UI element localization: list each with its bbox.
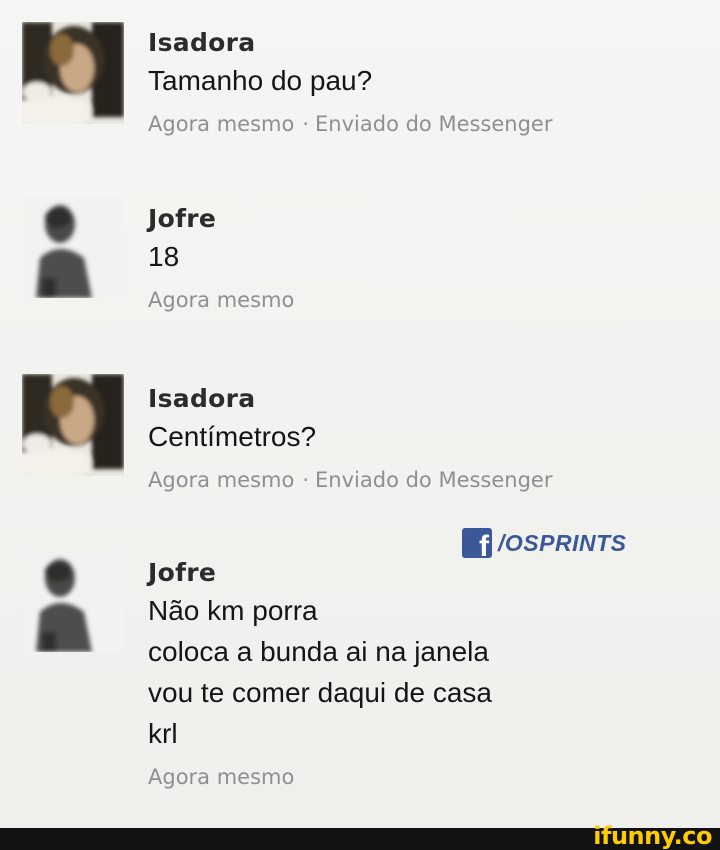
timestamp[interactable]: Agora mesmo [148,112,294,136]
woman-photo-avatar [22,22,124,124]
message-line: krl [148,718,178,749]
watermark-text: /OSPRINTS [498,529,627,556]
message-line: Tamanho do pau? [148,65,373,96]
comment-body: Jofre 18 Agora mesmo [148,202,708,319]
avatar[interactable] [22,196,124,298]
author-name[interactable]: Isadora [148,382,708,416]
avatar[interactable] [22,374,124,476]
message-text: Centímetros? [148,416,708,457]
sent-via-label: Enviado do Messenger [315,468,553,492]
comment-meta: Agora mesmo · Enviado do Messenger [148,105,708,143]
comment-meta: Agora mesmo [148,758,708,796]
ifunny-logo: ifunny.co [593,822,712,850]
comment-meta: Agora mesmo · Enviado do Messenger [148,461,708,499]
timestamp[interactable]: Agora mesmo [148,468,294,492]
facebook-letter: f [479,530,489,559]
osprints-watermark: f /OSPRINTS [462,528,626,558]
comment-thread: Isadora Tamanho do pau? Agora mesmo · Envi… [0,0,720,828]
author-name[interactable]: Jofre [148,202,708,236]
comment-body: Isadora Centímetros? Agora mesmo · Enviado… [148,382,708,499]
comment-body: Jofre Não km porra coloca a bunda ai na … [148,556,708,796]
meta-separator: · [302,112,310,136]
man-photo-avatar [22,196,124,298]
message-line: vou te comer daqui de casa [148,677,492,708]
woman-photo-avatar [22,374,124,476]
facebook-icon: f [462,528,492,558]
sent-via-label: Enviado do Messenger [315,112,553,136]
avatar[interactable] [22,22,124,124]
man-photo-avatar [22,550,124,652]
message-line: 18 [148,241,180,272]
comment-meta: Agora mesmo [148,281,708,319]
avatar[interactable] [22,550,124,652]
message-text: Tamanho do pau? [148,60,708,101]
author-name[interactable]: Isadora [148,26,708,60]
message-text: Não km porra coloca a bunda ai na janela… [148,590,708,754]
message-line: coloca a bunda ai na janela [148,636,489,667]
ifunny-footer-bar: ifunny.co [0,822,720,850]
meta-separator: · [302,468,310,492]
comment-body: Isadora Tamanho do pau? Agora mesmo · Envi… [148,26,708,143]
timestamp[interactable]: Agora mesmo [148,765,294,789]
message-line: Não km porra [148,595,318,626]
author-name[interactable]: Jofre [148,556,708,590]
timestamp[interactable]: Agora mesmo [148,288,294,312]
message-line: Centímetros? [148,421,317,452]
message-text: 18 [148,236,708,277]
